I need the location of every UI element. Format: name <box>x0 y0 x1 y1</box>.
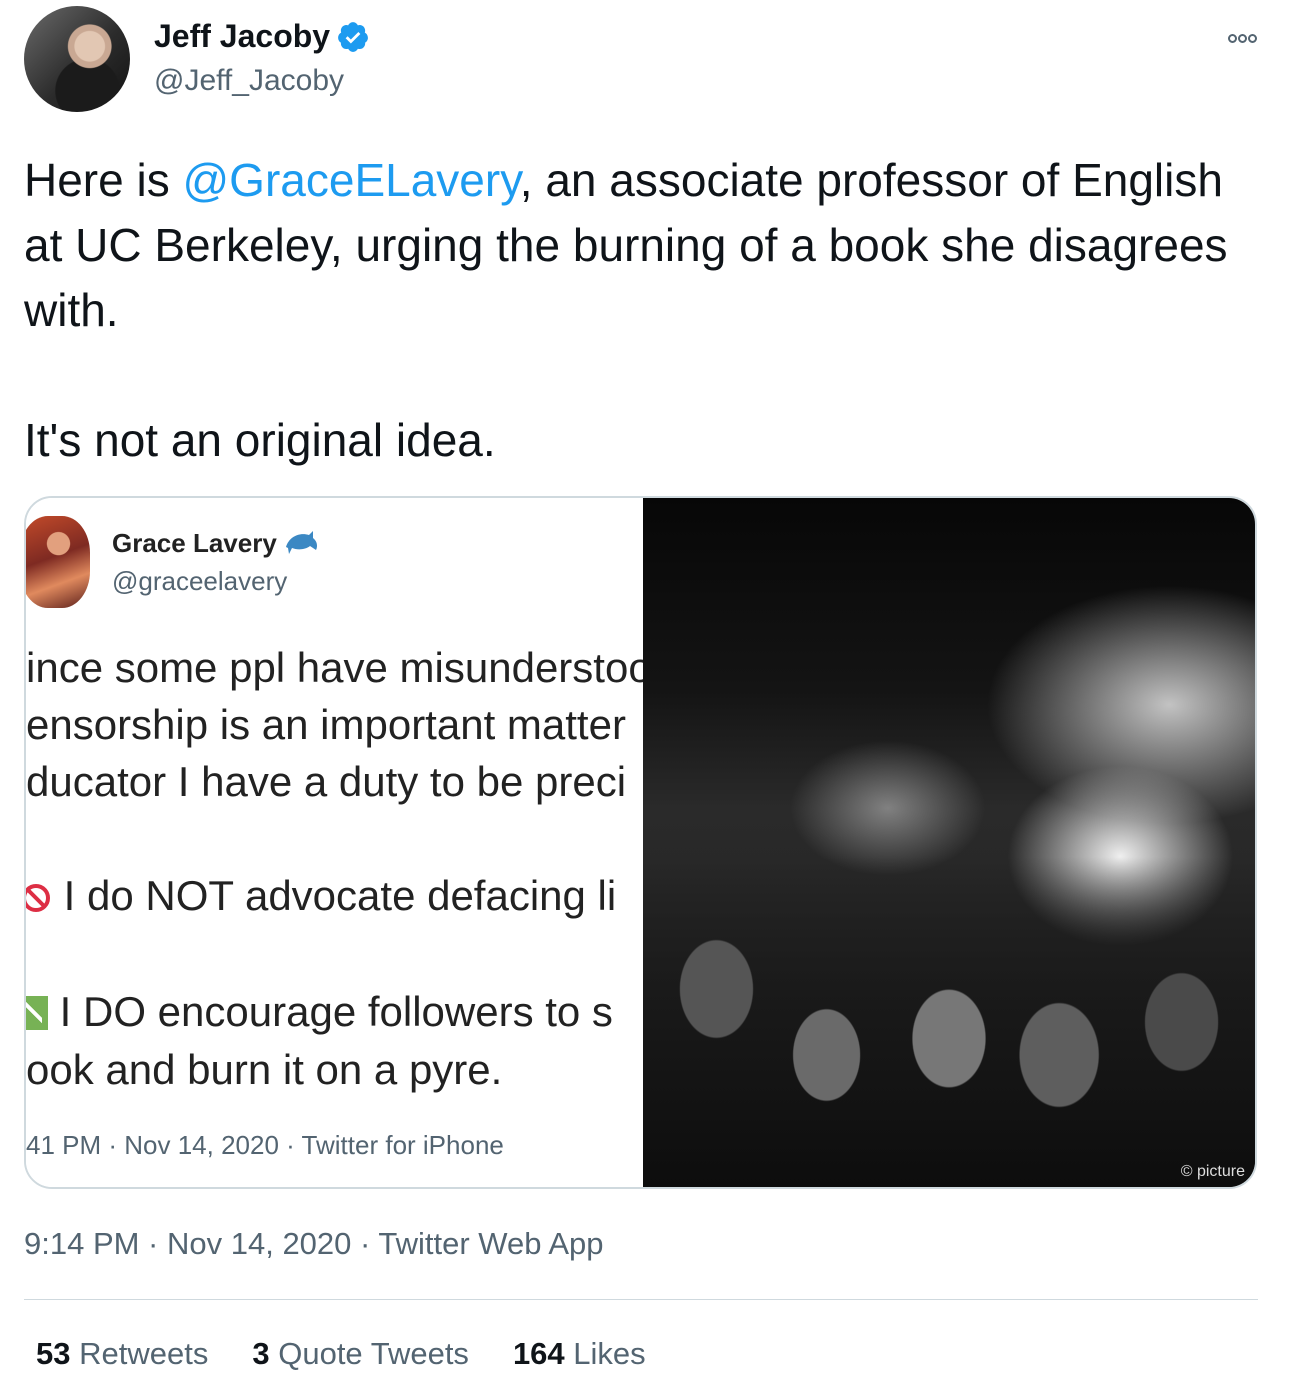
verified-badge-icon <box>338 21 369 52</box>
book-burning-photo: © picture <box>643 498 1255 1187</box>
likes-stat[interactable]: 164 Likes <box>513 1336 646 1372</box>
embedded-line-no: I do NOT advocate defacing li <box>26 872 616 920</box>
author-name-row: Jeff Jacoby <box>154 18 370 55</box>
embedded-handle: @graceelavery <box>112 566 288 596</box>
embedded-line-yes: I DO encourage followers to s <box>26 988 613 1036</box>
check-mark-icon <box>26 996 48 1030</box>
embedded-no-text: I do NOT advocate defacing li <box>63 872 617 919</box>
quotes-count: 3 <box>252 1336 270 1371</box>
embedded-line-3: ducator I have a duty to be preci <box>26 758 627 805</box>
retweets-stat[interactable]: 53 Retweets <box>36 1336 208 1372</box>
tweet-stats: 53 Retweets 3 Quote Tweets 164 Likes <box>36 1336 690 1372</box>
tweet-paragraph-2: It's not an original idea. <box>24 414 496 466</box>
retweets-count: 53 <box>36 1336 71 1371</box>
tweet-timestamp[interactable]: 9:14 PM · Nov 14, 2020 · Twitter Web App <box>24 1226 604 1262</box>
embedded-line-1: ince some ppl have misunderstoo <box>26 644 643 691</box>
tweet-text: Here is @GraceELavery, an associate prof… <box>24 148 1264 473</box>
likes-label: Likes <box>573 1336 646 1371</box>
embedded-meta: 41 PM · Nov 14, 2020 · Twitter for iPhon… <box>26 1130 504 1160</box>
author-avatar[interactable] <box>24 6 130 112</box>
tweet-header: Jeff Jacoby @Jeff_Jacoby <box>24 6 1266 118</box>
quote-tweets-stat[interactable]: 3 Quote Tweets <box>252 1336 469 1372</box>
tweet-text-part: Here is <box>24 154 183 206</box>
author-name[interactable]: Jeff Jacoby <box>154 18 330 55</box>
likes-count: 164 <box>512 1336 565 1371</box>
divider <box>24 1299 1258 1300</box>
mention-link[interactable]: @GraceELavery <box>182 154 519 206</box>
tweet-media[interactable]: Grace Lavery @graceelavery ince some ppl… <box>24 496 1257 1189</box>
photo-crowd <box>643 857 1255 1187</box>
tweet-paragraph-1: Here is @GraceELavery, an associate prof… <box>24 148 1264 343</box>
embedded-line-last: ook and burn it on a pyre. <box>26 1046 503 1093</box>
author-handle[interactable]: @Jeff_Jacoby <box>154 64 344 98</box>
embedded-line-2: ensorship is an important matter <box>26 701 626 748</box>
embedded-name-row: Grace Lavery <box>112 528 319 559</box>
retweets-label: Retweets <box>79 1336 209 1371</box>
embedded-avatar <box>26 516 90 608</box>
embedded-yes-text: I DO encourage followers to s <box>59 988 613 1035</box>
quotes-label: Quote Tweets <box>278 1336 469 1371</box>
no-entry-icon <box>26 884 50 912</box>
embedded-tweet-screenshot: Grace Lavery @graceelavery ince some ppl… <box>26 498 643 1187</box>
more-options-icon[interactable] <box>1228 30 1266 46</box>
embedded-name: Grace Lavery <box>112 528 277 558</box>
photo-credit: © picture <box>1180 1163 1245 1180</box>
dolphin-icon <box>285 530 317 554</box>
